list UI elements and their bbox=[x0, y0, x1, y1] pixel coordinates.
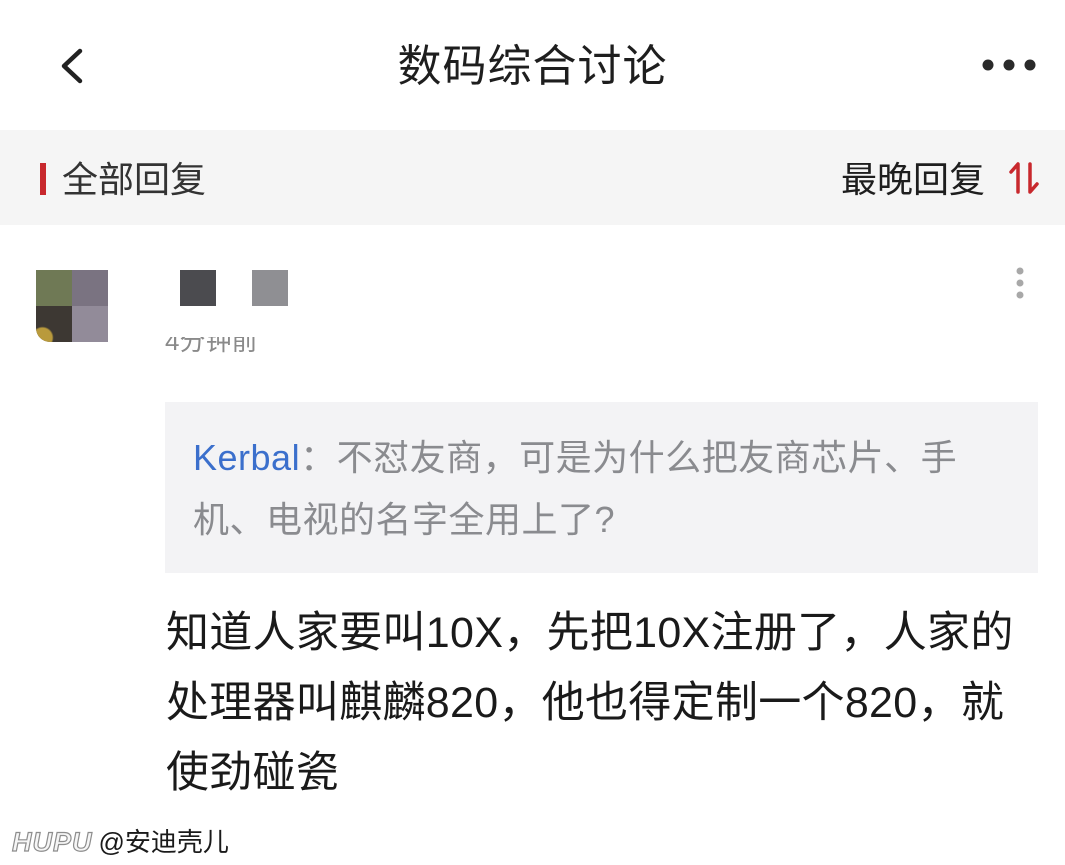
avatar[interactable] bbox=[36, 270, 108, 342]
username-mosaic-block bbox=[180, 270, 216, 306]
quote-separator: ： bbox=[300, 437, 337, 478]
quote-line: Kerbal：不怼友商，可是为什么把友商芯片、手 bbox=[193, 427, 1010, 489]
tab-all-replies[interactable]: 全部回复 bbox=[30, 150, 230, 205]
sort-order-toggle[interactable]: 最晚回复 bbox=[815, 150, 1045, 205]
reply-body-line: 知道人家要叫10X，先把10X注册了，人家的 bbox=[166, 609, 1014, 657]
more-horizontal-icon bbox=[982, 59, 1036, 71]
avatar-mosaic-cell bbox=[36, 270, 72, 306]
watermark: HUPU @安迪壳儿 bbox=[11, 826, 229, 858]
watermark-brand: HUPU bbox=[11, 826, 93, 857]
reply-body-line: 使劲碰瓷 bbox=[166, 749, 340, 797]
quoted-reply[interactable]: Kerbal：不怼友商，可是为什么把友商芯片、手 机、电视的名字全用上了? bbox=[165, 402, 1038, 573]
quote-text: 机、电视的名字全用上了? bbox=[193, 499, 616, 540]
username-mosaic[interactable] bbox=[180, 270, 288, 306]
more-vertical-icon bbox=[1016, 267, 1024, 299]
more-options-button[interactable] bbox=[976, 48, 1042, 82]
tab-all-replies-label: 全部回复 bbox=[62, 159, 207, 200]
avatar-mosaic-cell bbox=[72, 270, 108, 306]
page-title: 数码综合讨论 bbox=[397, 42, 668, 91]
top-nav-bar: 数码综合讨论 bbox=[0, 0, 1065, 130]
reply-item: 4分钟前 Kerbal：不怼友商，可是为什么把友商芯片、手 机、电视的名字全用上… bbox=[0, 225, 1065, 865]
reply-filter-bar: 全部回复 最晚回复 bbox=[0, 130, 1065, 225]
reply-more-button[interactable] bbox=[1004, 262, 1036, 304]
sort-order-label: 最晚回复 bbox=[840, 159, 985, 200]
quote-author: Kerbal bbox=[193, 437, 301, 478]
avatar-mosaic-cell bbox=[72, 306, 108, 342]
username-mosaic-block bbox=[252, 270, 288, 306]
reply-thread-screen: 数码综合讨论 全部回复 最晚回复 4分钟前 Kerbal：不怼友商，可是为什么把… bbox=[0, 0, 1065, 865]
sort-arrows-icon bbox=[1009, 162, 1039, 194]
quote-text: 不怼友商，可是为什么把友商芯片、手 bbox=[336, 437, 958, 478]
avatar-mosaic-cell bbox=[36, 306, 72, 342]
active-tab-indicator bbox=[40, 163, 46, 195]
reply-body-line: 处理器叫麒麟820，他也得定制一个820，就 bbox=[166, 679, 1005, 727]
watermark-handle: @安迪壳儿 bbox=[98, 827, 229, 857]
quote-line: 机、电视的名字全用上了? bbox=[193, 489, 1010, 551]
reply-time-container: 4分钟前 bbox=[165, 337, 305, 358]
reply-body: 知道人家要叫10X，先把10X注册了，人家的 处理器叫麒麟820，他也得定制一个… bbox=[166, 598, 1046, 808]
reply-time: 4分钟前 bbox=[165, 337, 258, 356]
